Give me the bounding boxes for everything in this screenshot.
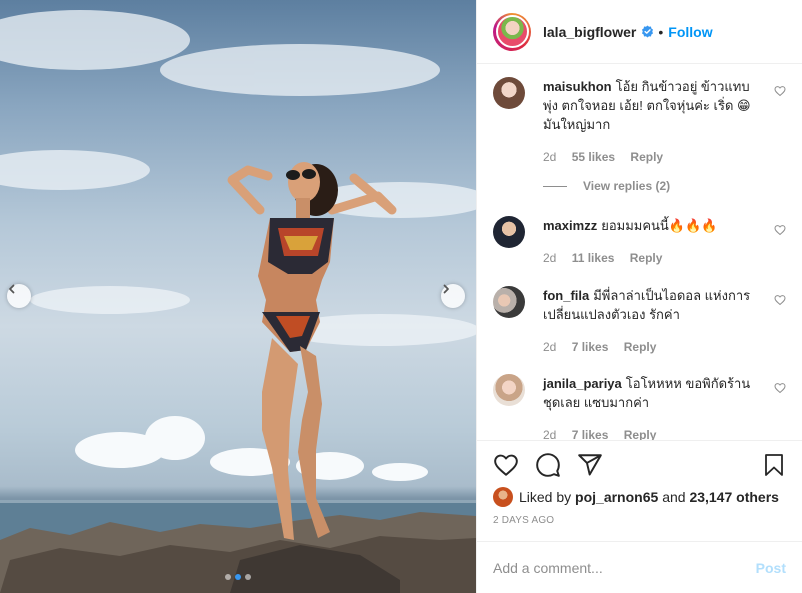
comment-meta: 2d 11 likes Reply bbox=[543, 249, 762, 268]
comment-composer: Post bbox=[477, 541, 802, 593]
reply-button[interactable]: Reply bbox=[624, 340, 657, 354]
commenter-avatar[interactable] bbox=[493, 286, 525, 318]
paper-plane-icon[interactable] bbox=[577, 452, 603, 478]
comment-meta: 2d 55 likes Reply bbox=[543, 148, 762, 167]
likes-count[interactable]: 23,147 others bbox=[689, 489, 779, 505]
comment-icon[interactable] bbox=[535, 452, 561, 478]
comment-likes[interactable]: 11 likes bbox=[572, 251, 615, 265]
add-comment-input[interactable] bbox=[493, 559, 756, 576]
cumulus-clouds bbox=[75, 416, 428, 481]
previous-photo-button[interactable] bbox=[7, 284, 31, 308]
post-sidebar: lala_bigflower • Follow maisukhon โอ้ย กิ… bbox=[476, 0, 802, 593]
view-replies-line bbox=[543, 185, 567, 187]
carousel-dot bbox=[245, 574, 251, 580]
comment-likes[interactable]: 55 likes bbox=[572, 150, 615, 164]
author-username[interactable]: lala_bigflower bbox=[543, 24, 636, 40]
comment-heart-icon[interactable] bbox=[774, 382, 786, 394]
comment-heart-icon[interactable] bbox=[774, 85, 786, 97]
post-timestamp[interactable]: 2 DAYS AGO bbox=[493, 515, 786, 526]
comment-meta: 2d 7 likes Reply bbox=[543, 338, 762, 357]
separator-dot: • bbox=[658, 23, 664, 40]
view-replies-button[interactable]: View replies (2) bbox=[543, 179, 670, 193]
comment-item: maximzz ยอมมมคนนี้🔥🔥🔥 2d 11 likes Reply bbox=[493, 216, 786, 268]
view-replies-label: View replies (2) bbox=[583, 179, 671, 193]
comments-list[interactable]: maisukhon โอ้ย กินข้าวอยู่ ข้าวแทบพุ่ง ตก… bbox=[477, 65, 802, 440]
heart-icon[interactable] bbox=[493, 452, 519, 478]
author-avatar[interactable] bbox=[493, 12, 531, 51]
comment-heart-icon[interactable] bbox=[774, 294, 786, 306]
commenter-avatar[interactable] bbox=[493, 216, 525, 248]
bookmark-icon[interactable] bbox=[762, 452, 786, 478]
post-photo[interactable] bbox=[0, 0, 476, 593]
commenter-username[interactable]: fon_fila bbox=[543, 288, 589, 303]
reply-button[interactable]: Reply bbox=[630, 251, 663, 265]
liker-avatar[interactable] bbox=[493, 487, 513, 507]
model-figure bbox=[227, 162, 397, 540]
chevron-right-icon bbox=[443, 284, 449, 294]
comment-item: maisukhon โอ้ย กินข้าวอยู่ ข้าวแทบพุ่ง ตก… bbox=[493, 77, 786, 167]
author-avatar-image bbox=[495, 15, 529, 48]
reply-button[interactable]: Reply bbox=[624, 428, 657, 440]
commenter-avatar[interactable] bbox=[493, 77, 525, 109]
photo-scene bbox=[0, 10, 476, 593]
comment-age: 2d bbox=[543, 150, 557, 164]
carousel-dot-active bbox=[235, 574, 241, 580]
verified-badge-icon bbox=[642, 25, 654, 38]
comment-likes[interactable]: 7 likes bbox=[572, 340, 609, 354]
likes-prefix: Liked by bbox=[519, 489, 572, 505]
post-header: lala_bigflower • Follow bbox=[477, 0, 802, 64]
carousel-dot bbox=[225, 574, 231, 580]
comment-meta: 2d 7 likes Reply bbox=[543, 426, 762, 440]
commenter-username[interactable]: maisukhon bbox=[543, 79, 612, 94]
likes-conjunction: and bbox=[662, 489, 686, 505]
follow-button[interactable]: Follow bbox=[668, 24, 712, 40]
comment-item: fon_fila มีพี่ลาล่าเป็นไอดอล แห่งการเปลี่… bbox=[493, 286, 786, 357]
commenter-username[interactable]: janila_pariya bbox=[543, 376, 622, 391]
next-photo-button[interactable] bbox=[441, 284, 465, 308]
commenter-username[interactable]: maximzz bbox=[543, 218, 597, 233]
post-comment-button[interactable]: Post bbox=[756, 560, 786, 576]
chevron-left-icon bbox=[9, 284, 15, 294]
likes-summary: Liked by poj_arnon65 and 23,147 others bbox=[493, 487, 786, 507]
comment-heart-icon[interactable] bbox=[774, 224, 786, 236]
comment-age: 2d bbox=[543, 251, 557, 265]
liker-username[interactable]: poj_arnon65 bbox=[575, 489, 658, 505]
post-actions: Liked by poj_arnon65 and 23,147 others 2… bbox=[477, 440, 802, 526]
comment-likes[interactable]: 7 likes bbox=[572, 428, 609, 440]
comment-age: 2d bbox=[543, 340, 557, 354]
reply-button[interactable]: Reply bbox=[630, 150, 663, 164]
commenter-avatar[interactable] bbox=[493, 374, 525, 406]
comment-text: ยอมมมคนนี้🔥🔥🔥 bbox=[601, 218, 718, 233]
comment-age: 2d bbox=[543, 428, 557, 440]
action-icon-row bbox=[493, 441, 786, 489]
carousel-indicator bbox=[0, 574, 476, 580]
comment-item: janila_pariya โอโหหหห ขอพิกัดร้านชุดเลย แ… bbox=[493, 374, 786, 440]
